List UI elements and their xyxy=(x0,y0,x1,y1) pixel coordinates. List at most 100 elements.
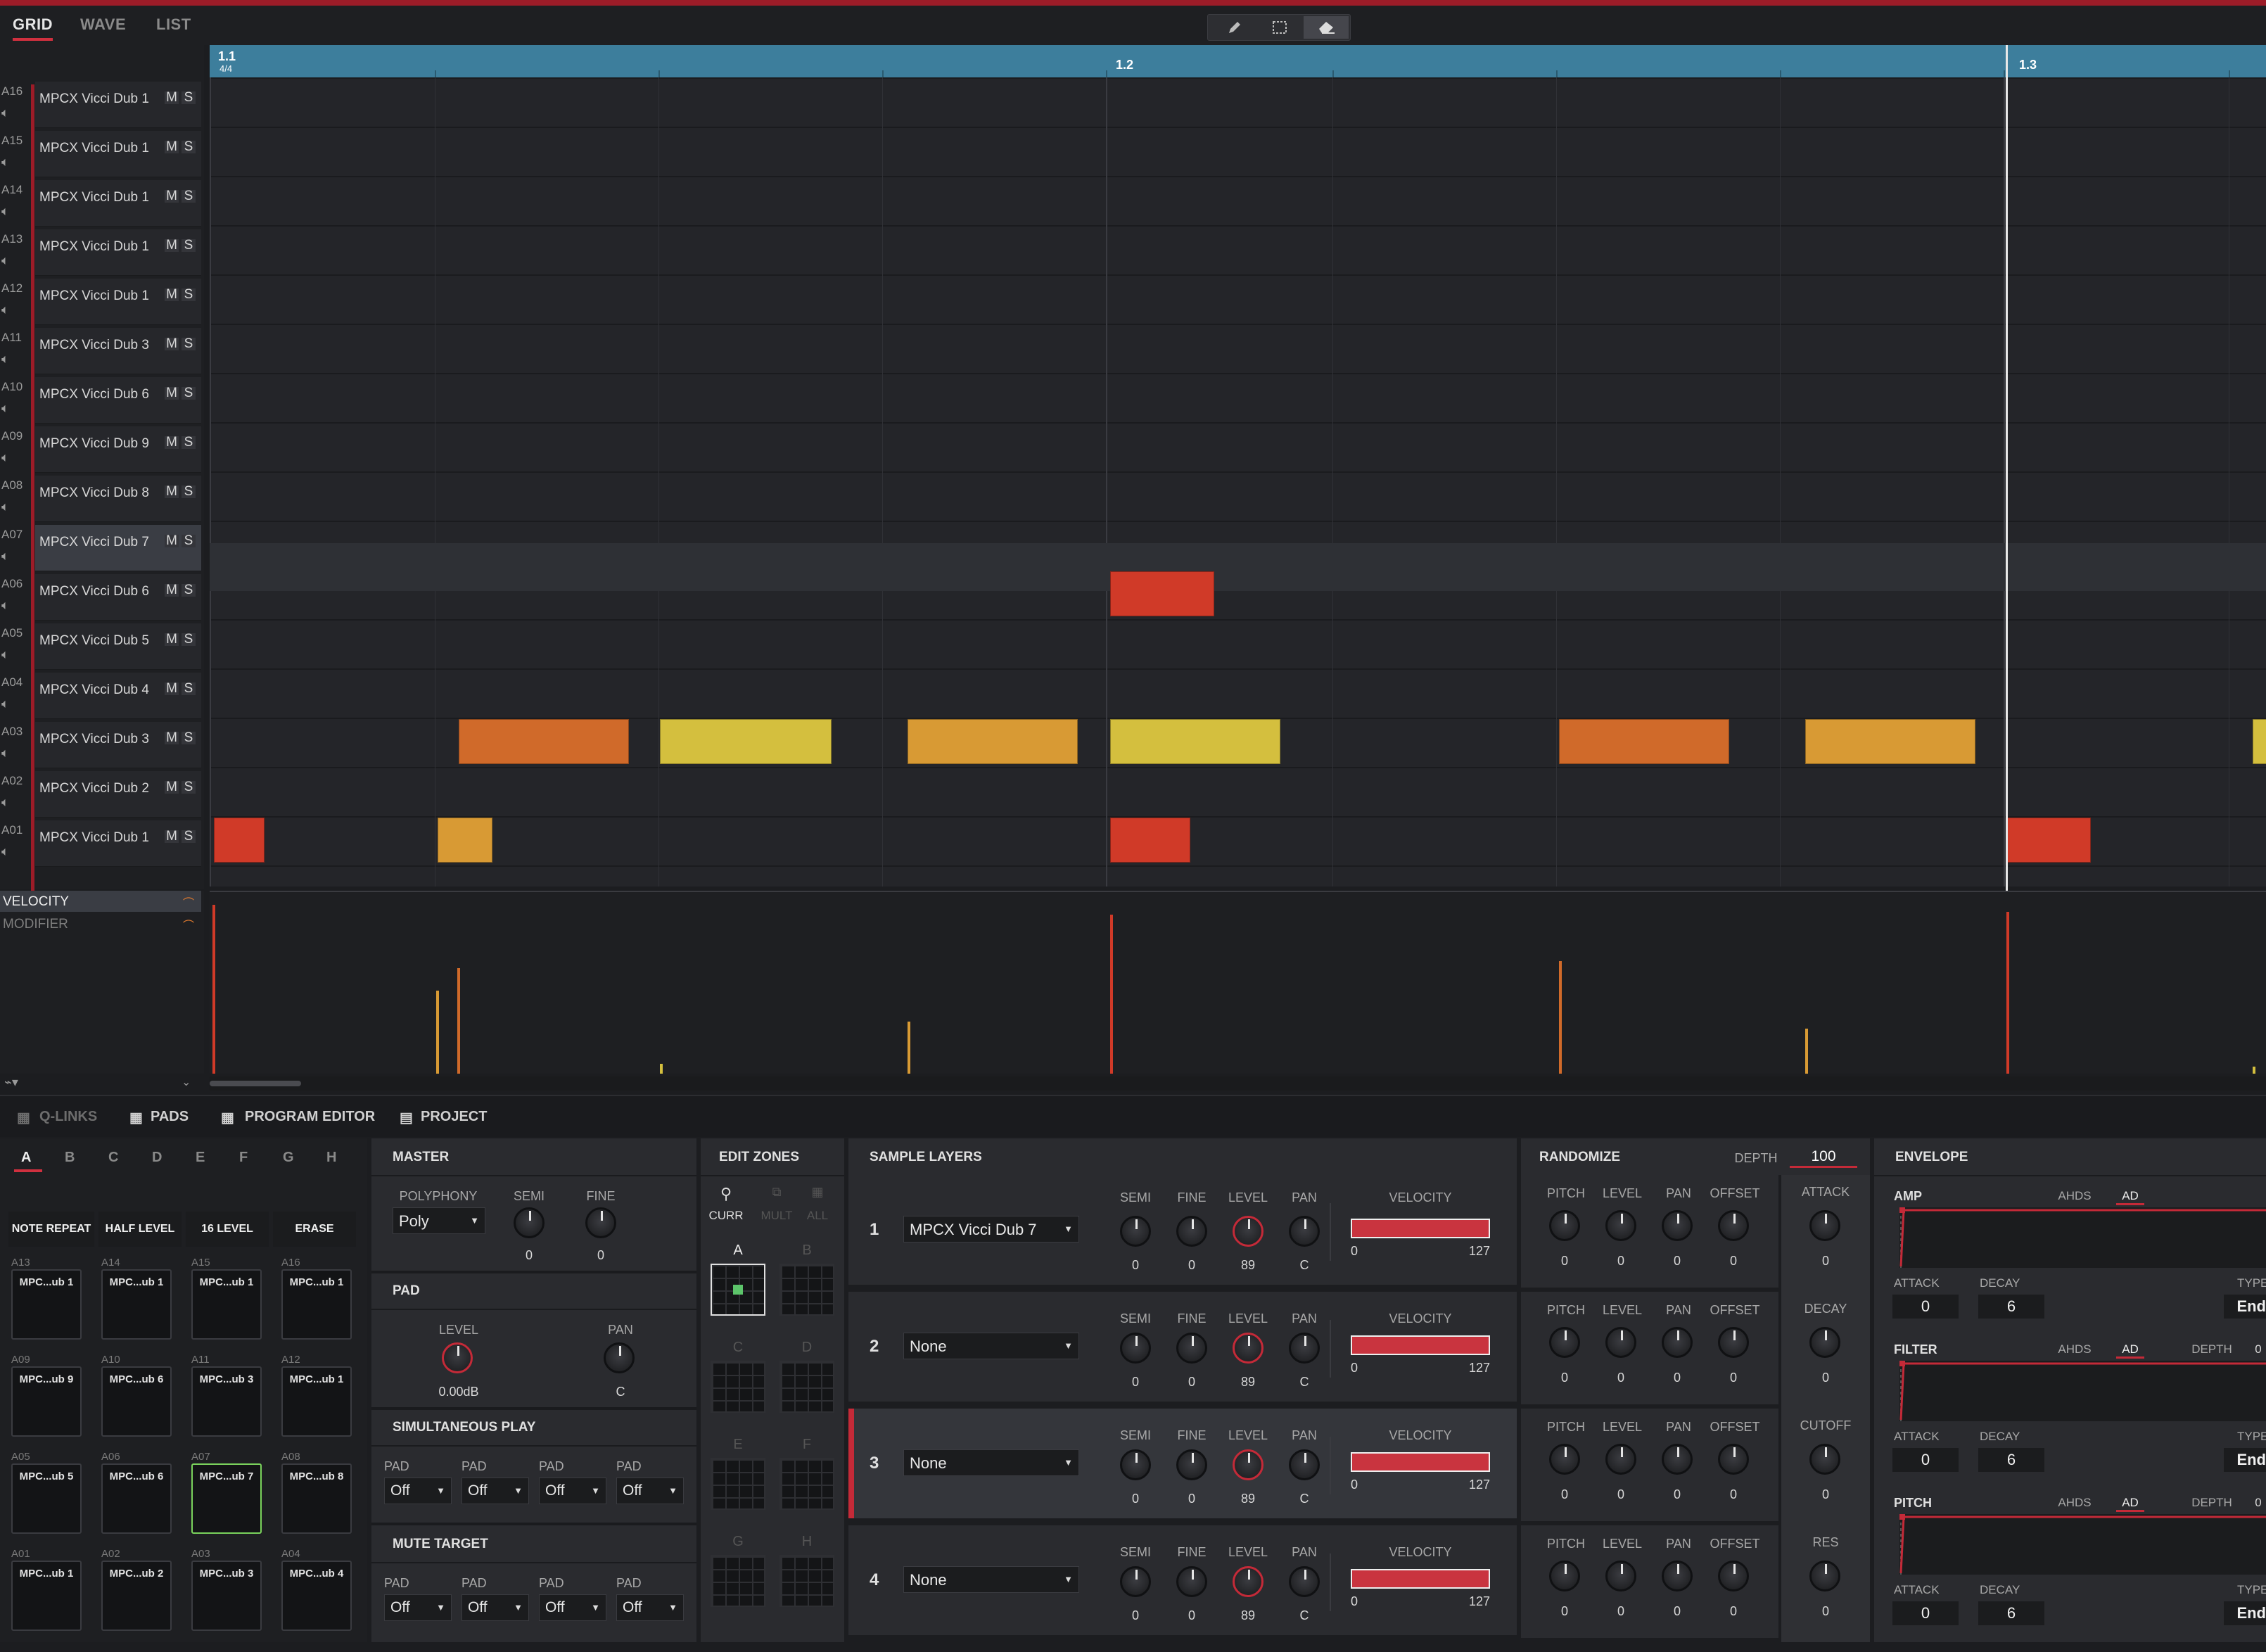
envelope-graph[interactable] xyxy=(1899,1207,2266,1268)
track-name-cell[interactable]: MPCX Vicci Dub 1 MS xyxy=(35,820,201,867)
env-ahds-toggle[interactable]: AHDS xyxy=(2050,1342,2099,1356)
solo-button[interactable]: S xyxy=(182,485,196,498)
layer-sample-select[interactable]: None xyxy=(903,1449,1079,1476)
mute-button[interactable]: M xyxy=(165,288,179,301)
track-row[interactable]: A01 🔈︎ MPCX Vicci Dub 1 MS xyxy=(0,820,204,870)
master-semi-knob[interactable] xyxy=(514,1207,545,1238)
horizontal-scrollbar[interactable] xyxy=(210,1076,2266,1091)
randomize-pitch-knob[interactable] xyxy=(1549,1210,1580,1241)
layer-pan-knob[interactable] xyxy=(1289,1216,1320,1247)
layer-semi-knob[interactable] xyxy=(1120,1216,1151,1247)
speaker-icon[interactable]: 🔈︎ xyxy=(1,795,9,810)
mute-button[interactable]: M xyxy=(165,140,179,153)
pad-a04[interactable]: MPC...ub 4 xyxy=(281,1561,352,1631)
solo-button[interactable]: S xyxy=(182,386,196,400)
velocity-bar[interactable] xyxy=(908,1022,910,1074)
mute_target-pad-select[interactable]: Off xyxy=(462,1594,529,1621)
mute-button[interactable]: M xyxy=(165,682,179,695)
env-type-value[interactable]: End xyxy=(2224,1448,2266,1472)
zone-c[interactable] xyxy=(711,1361,765,1413)
sim_play-pad-select[interactable]: Off xyxy=(616,1478,684,1504)
chevron-down-icon[interactable]: ⌄ xyxy=(182,1075,191,1089)
velocity-bar[interactable] xyxy=(1559,961,1562,1074)
solo-button[interactable]: S xyxy=(182,534,196,547)
pad-a01[interactable]: MPC...ub 1 xyxy=(11,1561,82,1631)
track-name-cell[interactable]: MPCX Vicci Dub 6 MS xyxy=(35,574,201,621)
env-ad-toggle[interactable]: AD xyxy=(2116,1496,2144,1512)
lane-curve-icon[interactable]: ⌒ xyxy=(183,916,194,933)
randomize-level-knob[interactable] xyxy=(1605,1444,1636,1475)
env-attack-value[interactable]: 0 xyxy=(1892,1295,1959,1319)
speaker-icon[interactable]: 🔈︎ xyxy=(1,352,9,367)
env-ad-toggle[interactable]: AD xyxy=(2116,1189,2144,1205)
track-row[interactable]: A04 🔈︎ MPCX Vicci Dub 4 MS xyxy=(0,673,204,722)
16-level-button[interactable]: 16 LEVEL xyxy=(186,1212,269,1247)
track-row[interactable]: A08 🔈︎ MPCX Vicci Dub 8 MS xyxy=(0,476,204,525)
layer-semi-knob[interactable] xyxy=(1120,1333,1151,1364)
pad-a10[interactable]: MPC...ub 6 xyxy=(101,1366,172,1437)
note-repeat-button[interactable]: NOTE REPEAT xyxy=(8,1212,94,1247)
automation-menu-icon[interactable]: ⌁▾ xyxy=(4,1075,18,1090)
layer-fine-knob[interactable] xyxy=(1176,1216,1207,1247)
tab-wave[interactable]: WAVE xyxy=(80,15,126,34)
track-name-cell[interactable]: MPCX Vicci Dub 1 MS xyxy=(35,131,201,177)
track-name-cell[interactable]: MPCX Vicci Dub 7 MS xyxy=(35,525,201,571)
note-block[interactable] xyxy=(660,719,832,764)
layer-velocity-range[interactable] xyxy=(1351,1452,1490,1472)
mute-button[interactable]: M xyxy=(165,189,179,203)
mute-button[interactable]: M xyxy=(165,91,179,104)
note-block[interactable] xyxy=(1110,719,1280,764)
track-name-cell[interactable]: MPCX Vicci Dub 1 MS xyxy=(35,279,201,325)
randomize-level-knob[interactable] xyxy=(1605,1210,1636,1241)
randomize-side-knob[interactable] xyxy=(1809,1561,1840,1591)
randomize-offset-knob[interactable] xyxy=(1718,1444,1749,1475)
layer-level-knob[interactable] xyxy=(1233,1216,1264,1247)
velocity-bar[interactable] xyxy=(436,991,439,1074)
pad-a13[interactable]: MPC...ub 1 xyxy=(11,1269,82,1340)
tab-qlinks[interactable]: Q-LINKS xyxy=(39,1109,97,1125)
speaker-icon[interactable]: 🔈︎ xyxy=(1,746,9,761)
randomize-side-knob[interactable] xyxy=(1809,1327,1840,1358)
layer-pan-knob[interactable] xyxy=(1289,1566,1320,1597)
sample-layer-row[interactable]: 3 None SEMI 0 FINE 0 LEVEL 89 PAN C VELOCITY 0 127 xyxy=(848,1409,1517,1521)
note-block[interactable] xyxy=(438,818,492,863)
track-name-cell[interactable]: MPCX Vicci Dub 1 MS xyxy=(35,82,201,128)
pad-a16[interactable]: MPC...ub 1 xyxy=(281,1269,352,1340)
env-decay-value[interactable]: 6 xyxy=(1978,1295,2044,1319)
speaker-icon[interactable]: 🔈︎ xyxy=(1,647,9,662)
track-row[interactable]: A12 🔈︎ MPCX Vicci Dub 1 MS xyxy=(0,279,204,328)
erase-tool-button[interactable] xyxy=(1304,16,1349,39)
layer-level-knob[interactable] xyxy=(1233,1333,1264,1364)
solo-button[interactable]: S xyxy=(182,288,196,301)
layer-fine-knob[interactable] xyxy=(1176,1566,1207,1597)
mute-button[interactable]: M xyxy=(165,436,179,449)
layer-sample-select[interactable]: MPCX Vicci Dub 7 xyxy=(903,1216,1079,1243)
layer-velocity-range[interactable] xyxy=(1351,1219,1490,1238)
sim_play-pad-select[interactable]: Off xyxy=(384,1478,452,1504)
bank-tab-a[interactable]: A xyxy=(21,1150,31,1166)
env-depth-value[interactable]: 0 xyxy=(2251,1496,2265,1510)
solo-button[interactable]: S xyxy=(182,682,196,695)
bank-tab-g[interactable]: G xyxy=(283,1150,294,1166)
track-name-cell[interactable]: MPCX Vicci Dub 9 MS xyxy=(35,426,201,473)
track-row[interactable]: A03 🔈︎ MPCX Vicci Dub 3 MS xyxy=(0,722,204,771)
note-block[interactable] xyxy=(1805,719,1975,764)
zone-h[interactable] xyxy=(779,1555,834,1607)
layer-sample-select[interactable]: None xyxy=(903,1566,1079,1593)
sample-layer-row[interactable]: 4 None SEMI 0 FINE 0 LEVEL 89 PAN C VELOCITY 0 127 xyxy=(848,1525,1517,1638)
mute-button[interactable]: M xyxy=(165,386,179,400)
mute-button[interactable]: M xyxy=(165,830,179,843)
track-name-cell[interactable]: MPCX Vicci Dub 3 MS xyxy=(35,722,201,768)
randomize-level-knob[interactable] xyxy=(1605,1327,1636,1358)
bank-tab-b[interactable]: B xyxy=(65,1150,75,1166)
zone-mode-mult[interactable]: MULT xyxy=(756,1209,798,1223)
randomize-pan-knob[interactable] xyxy=(1662,1444,1693,1475)
mute-button[interactable]: M xyxy=(165,239,179,252)
half-level-button[interactable]: HALF LEVEL xyxy=(98,1212,182,1247)
zone-mode-curr[interactable]: CURR xyxy=(705,1209,747,1223)
sim_play-pad-select[interactable]: Off xyxy=(462,1478,529,1504)
pad-a14[interactable]: MPC...ub 1 xyxy=(101,1269,172,1340)
tab-list[interactable]: LIST xyxy=(156,15,191,34)
solo-button[interactable]: S xyxy=(182,337,196,350)
speaker-icon[interactable]: 🔈︎ xyxy=(1,598,9,613)
